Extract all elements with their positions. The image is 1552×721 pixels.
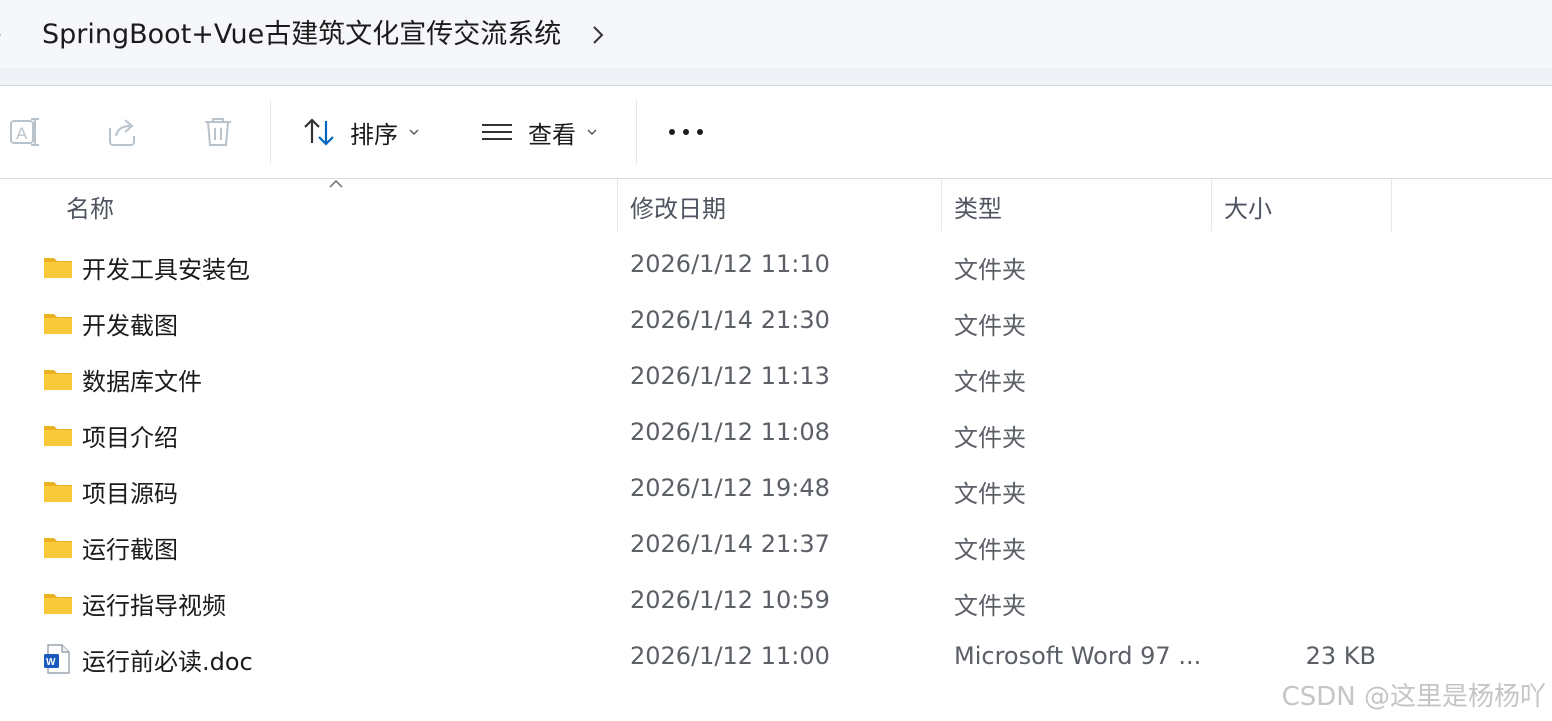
breadcrumb-current-folder[interactable]: SpringBoot+Vue古建筑文化宣传交流系统 xyxy=(42,16,561,54)
file-row[interactable]: 开发工具安装包 2026/1/12 11:10 文件夹 xyxy=(0,240,1552,296)
file-date: 2026/1/14 21:30 xyxy=(630,306,830,334)
file-name: 开发工具安装包 xyxy=(82,256,250,284)
file-date: 2026/1/12 11:00 xyxy=(630,642,830,670)
folder-icon xyxy=(44,314,72,334)
sort-arrows-icon xyxy=(304,118,334,146)
command-toolbar: A 排序 查看 xyxy=(0,86,1552,179)
svg-text:A: A xyxy=(16,124,28,143)
column-divider[interactable] xyxy=(1211,179,1212,231)
column-headers: 名称 修改日期 类型 大小 xyxy=(0,179,1552,231)
chevron-right-icon: › xyxy=(0,22,8,46)
folder-icon xyxy=(44,370,72,390)
sort-label: 排序 xyxy=(350,120,398,149)
file-row[interactable]: 运行截图 2026/1/14 21:37 文件夹 xyxy=(0,520,1552,576)
file-name: 项目介绍 xyxy=(82,424,178,452)
view-button[interactable]: 查看 xyxy=(480,112,598,152)
file-name: 运行指导视频 xyxy=(82,592,226,620)
file-name: 运行截图 xyxy=(82,536,178,564)
address-bar[interactable]: › SpringBoot+Vue古建筑文化宣传交流系统 xyxy=(0,0,1552,69)
file-name: 运行前必读.doc xyxy=(82,648,253,676)
address-bar-divider xyxy=(0,68,1552,86)
file-type: 文件夹 xyxy=(954,480,1026,508)
file-date: 2026/1/12 10:59 xyxy=(630,586,830,614)
file-name: 项目源码 xyxy=(82,480,178,508)
toolbar-separator xyxy=(636,100,637,164)
file-name: 数据库文件 xyxy=(82,368,202,396)
file-type: 文件夹 xyxy=(954,312,1026,340)
file-type: 文件夹 xyxy=(954,536,1026,564)
column-header-name[interactable]: 名称 xyxy=(66,189,114,224)
file-date: 2026/1/12 11:08 xyxy=(630,418,830,446)
file-type: 文件夹 xyxy=(954,424,1026,452)
chevron-down-icon xyxy=(587,129,597,135)
sort-ascending-indicator-icon xyxy=(329,180,343,188)
file-type: 文件夹 xyxy=(954,592,1026,620)
file-type: 文件夹 xyxy=(954,256,1026,284)
column-header-size[interactable]: 大小 xyxy=(1224,189,1272,224)
folder-icon xyxy=(44,426,72,446)
folder-icon xyxy=(44,482,72,502)
watermark: CSDN @这里是杨杨吖 xyxy=(1281,682,1546,712)
column-divider[interactable] xyxy=(941,179,942,231)
toolbar-separator xyxy=(270,100,271,164)
folder-icon xyxy=(44,594,72,614)
file-row[interactable]: 开发截图 2026/1/14 21:30 文件夹 xyxy=(0,296,1552,352)
file-row[interactable]: 运行指导视频 2026/1/12 10:59 文件夹 xyxy=(0,576,1552,632)
rename-icon[interactable]: A xyxy=(8,114,44,150)
file-date: 2026/1/14 21:37 xyxy=(630,530,830,558)
chevron-down-icon xyxy=(409,129,419,135)
column-header-type[interactable]: 类型 xyxy=(954,189,1002,224)
view-label: 查看 xyxy=(528,120,576,149)
view-lines-icon xyxy=(482,124,512,140)
column-divider[interactable] xyxy=(1391,179,1392,231)
file-type: Microsoft Word 97 ... xyxy=(954,642,1202,670)
column-divider[interactable] xyxy=(617,179,618,231)
share-icon[interactable] xyxy=(104,114,140,150)
file-name: 开发截图 xyxy=(82,312,178,340)
delete-icon[interactable] xyxy=(200,114,236,150)
sort-button[interactable]: 排序 xyxy=(302,112,420,152)
file-row[interactable]: 项目介绍 2026/1/12 11:08 文件夹 xyxy=(0,408,1552,464)
file-row[interactable]: 数据库文件 2026/1/12 11:13 文件夹 xyxy=(0,352,1552,408)
file-row[interactable]: 项目源码 2026/1/12 19:48 文件夹 xyxy=(0,464,1552,520)
svg-text:W: W xyxy=(46,657,56,668)
folder-icon xyxy=(44,258,72,278)
breadcrumb-chevron-icon[interactable] xyxy=(588,22,608,48)
file-date: 2026/1/12 19:48 xyxy=(630,474,830,502)
file-date: 2026/1/12 11:13 xyxy=(630,362,830,390)
column-header-modified[interactable]: 修改日期 xyxy=(630,189,726,224)
file-date: 2026/1/12 11:10 xyxy=(630,250,830,278)
file-size: 23 KB xyxy=(1305,642,1376,670)
file-type: 文件夹 xyxy=(954,368,1026,396)
folder-icon xyxy=(44,538,72,558)
more-options-icon[interactable] xyxy=(666,122,706,142)
word-doc-icon: W xyxy=(44,644,70,674)
